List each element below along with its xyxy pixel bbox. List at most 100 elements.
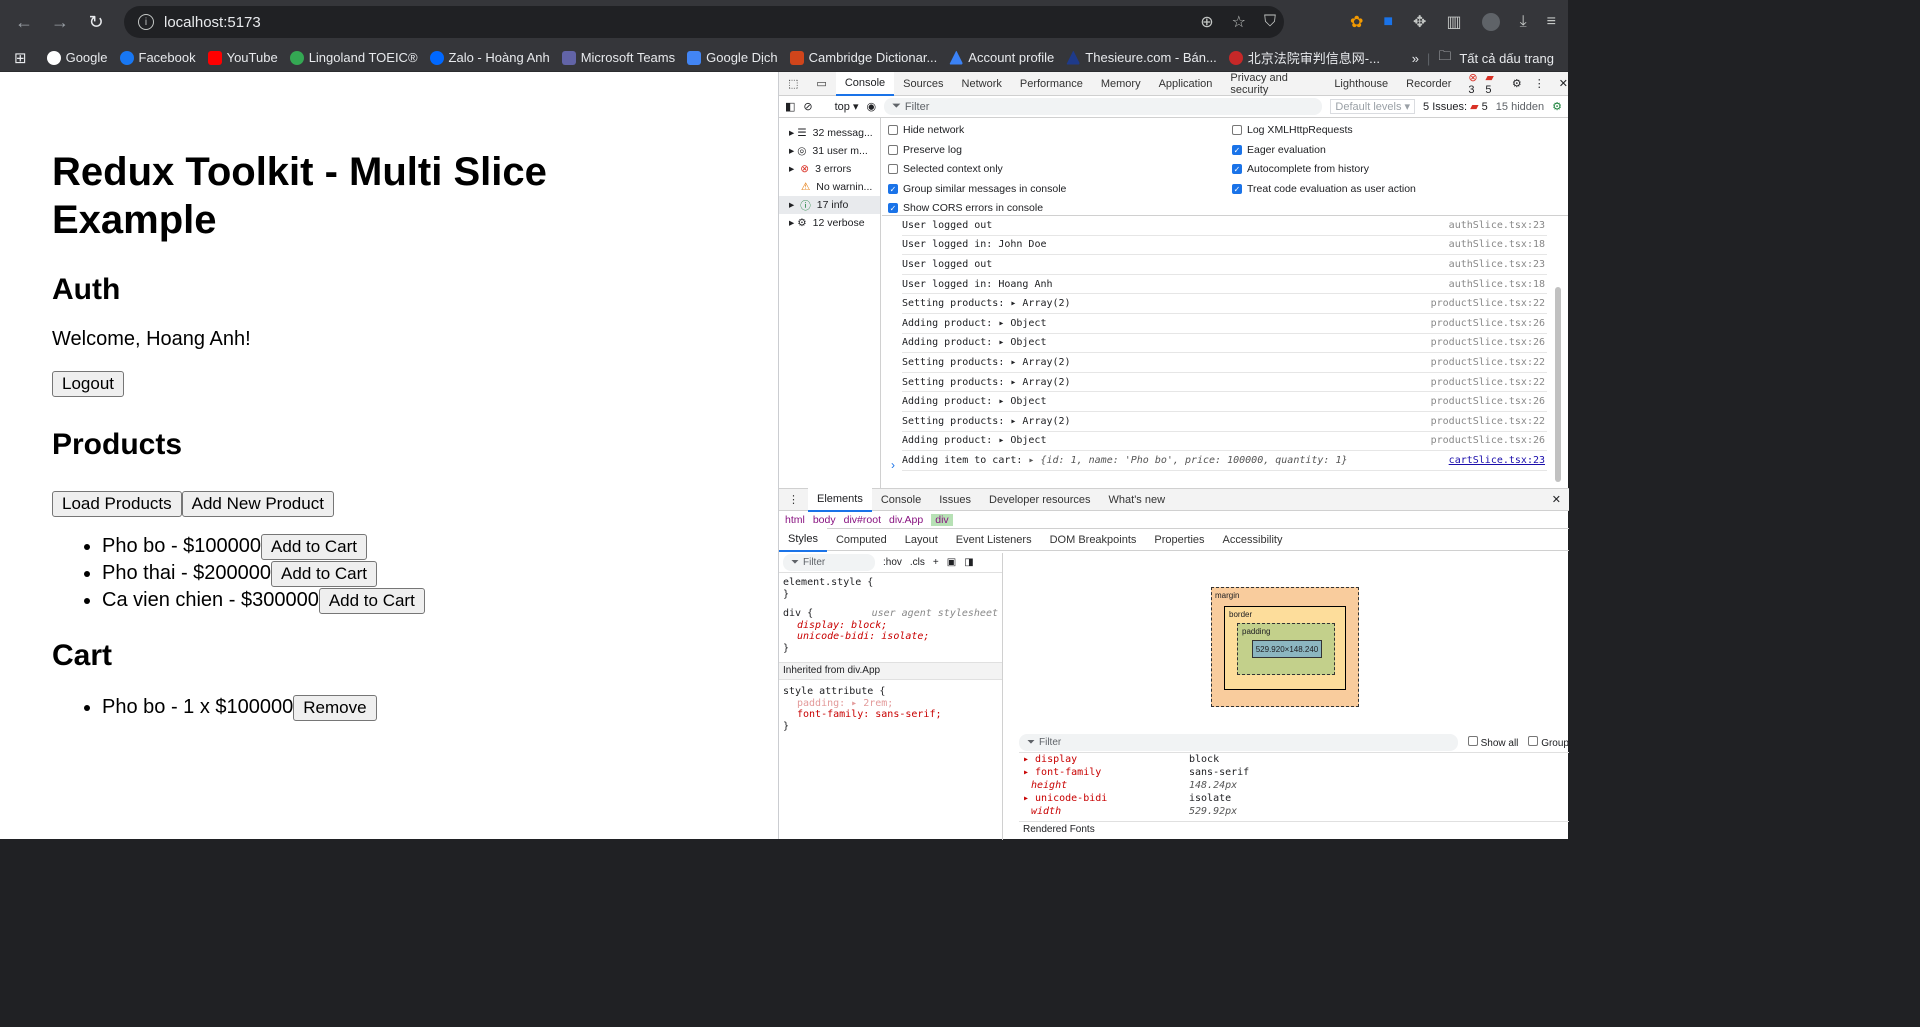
- tab-drawer-console[interactable]: Console: [872, 488, 930, 512]
- tab-performance[interactable]: Performance: [1011, 72, 1092, 96]
- tab-recorder[interactable]: Recorder: [1397, 72, 1460, 96]
- drawer-close-icon[interactable]: ✕: [1552, 493, 1561, 506]
- box-model-content[interactable]: 529.920×148.240: [1252, 640, 1322, 658]
- address-bar[interactable]: i localhost:5173 ⊕ ☆ ⛉: [124, 6, 1284, 38]
- style-property[interactable]: font-family: sans-serif;: [779, 709, 1002, 721]
- computed-row[interactable]: width 529.92px: [1019, 805, 1569, 818]
- cors-errors-checkbox[interactable]: ✓ Show CORS errors in console: [888, 202, 1043, 214]
- tab-console[interactable]: Console: [835, 71, 895, 96]
- box-model-border[interactable]: border padding 529.920×148.240: [1224, 606, 1346, 690]
- sidebar-item-messages[interactable]: ▸ ☰ 32 messag...: [779, 124, 880, 142]
- back-arrow-icon[interactable]: ←: [6, 4, 42, 40]
- show-all-checkbox[interactable]: Show all: [1467, 736, 1518, 749]
- device-toggle-icon[interactable]: ▭: [807, 72, 835, 96]
- tab-dom-breakpoints[interactable]: DOM Breakpoints: [1041, 528, 1146, 552]
- tab-styles[interactable]: Styles: [779, 527, 827, 552]
- tab-computed[interactable]: Computed: [827, 528, 896, 552]
- paint-icon[interactable]: ▣: [947, 557, 956, 568]
- gear-icon[interactable]: ⚙: [1512, 77, 1522, 90]
- log-object[interactable]: ▸ {id: 1, name: 'Pho bo', price: 100000,…: [1028, 455, 1347, 466]
- log-object[interactable]: ▸ Array(2): [1010, 416, 1070, 427]
- crumb-html[interactable]: html: [785, 514, 805, 526]
- rendered-fonts[interactable]: Rendered Fonts: [1019, 821, 1569, 837]
- site-info-icon[interactable]: i: [138, 14, 154, 30]
- log-source-link[interactable]: authSlice.tsx:18: [1449, 239, 1545, 250]
- box-model-margin[interactable]: margin border padding 529.920×148.240: [1211, 587, 1359, 707]
- drawer-more-icon[interactable]: ⋮: [779, 488, 808, 512]
- tab-application[interactable]: Application: [1150, 72, 1222, 96]
- more-vert-icon[interactable]: ⋮: [1534, 77, 1545, 90]
- toggle-sidebar-icon[interactable]: ◨: [964, 557, 973, 568]
- log-source-link[interactable]: productSlice.tsx:26: [1431, 337, 1545, 348]
- log-object[interactable]: ▸ Object: [998, 337, 1046, 348]
- all-bookmarks[interactable]: Tất cả dấu trang: [1459, 51, 1554, 66]
- log-source-link[interactable]: productSlice.tsx:22: [1431, 298, 1545, 309]
- bookmark-google-translate[interactable]: Google Dịch: [681, 50, 784, 65]
- add-rule-icon[interactable]: +: [933, 557, 939, 568]
- tab-memory[interactable]: Memory: [1092, 72, 1150, 96]
- tab-sources[interactable]: Sources: [894, 72, 952, 96]
- extension-blue-icon[interactable]: ■: [1383, 13, 1393, 31]
- autocomplete-checkbox[interactable]: ✓ Autocomplete from history: [1232, 163, 1369, 175]
- log-source-link[interactable]: authSlice.tsx:23: [1449, 220, 1545, 231]
- add-new-product-button[interactable]: Add New Product: [181, 491, 334, 517]
- log-source-link[interactable]: authSlice.tsx:23: [1449, 259, 1545, 270]
- tab-whats-new[interactable]: What's new: [1100, 488, 1175, 512]
- bookmark-cambridge[interactable]: Cambridge Dictionar...: [784, 50, 944, 65]
- crumb-root[interactable]: div#root: [844, 514, 881, 526]
- log-xhr-checkbox[interactable]: Log XMLHttpRequests: [1232, 124, 1353, 136]
- remove-button[interactable]: Remove: [293, 695, 377, 721]
- group-checkbox[interactable]: Group: [1528, 736, 1569, 749]
- forward-arrow-icon[interactable]: →: [42, 4, 78, 40]
- eye-icon[interactable]: ◉: [867, 100, 877, 113]
- tab-event-listeners[interactable]: Event Listeners: [947, 528, 1041, 552]
- crumb-app[interactable]: div.App: [889, 514, 923, 526]
- puzzle-icon[interactable]: ✥: [1413, 12, 1426, 32]
- sidebar-item-errors[interactable]: ▸ ⊗ 3 errors: [779, 160, 880, 178]
- error-count-badge[interactable]: ⊗ 3: [1468, 71, 1479, 96]
- log-object[interactable]: ▸ Array(2): [1010, 298, 1070, 309]
- log-object[interactable]: ▸ Object: [998, 396, 1046, 407]
- tab-network[interactable]: Network: [953, 72, 1011, 96]
- add-to-cart-button[interactable]: Add to Cart: [261, 534, 368, 560]
- bookmark-teams[interactable]: Microsoft Teams: [556, 50, 681, 65]
- inspect-icon[interactable]: ⬚: [779, 72, 807, 96]
- log-source-link[interactable]: productSlice.tsx:26: [1431, 318, 1545, 329]
- bookmark-thesieure[interactable]: Thesieure.com - Bán...: [1060, 50, 1223, 65]
- hov-button[interactable]: :hov: [883, 557, 902, 568]
- computed-row[interactable]: ▸ font-family sans-serif: [1019, 766, 1569, 779]
- log-object[interactable]: ▸ Array(2): [1010, 357, 1070, 368]
- tab-issues[interactable]: Issues: [930, 488, 980, 512]
- zoom-icon[interactable]: ⊕: [1200, 12, 1213, 32]
- sidebar-item-user-messages[interactable]: ▸ ◎ 31 user m...: [779, 142, 880, 160]
- sidebar-item-verbose[interactable]: ▸ ⚙ 12 verbose: [779, 214, 880, 232]
- crumb-body[interactable]: body: [813, 514, 836, 526]
- tab-accessibility[interactable]: Accessibility: [1214, 528, 1292, 552]
- bookmark-lingoland[interactable]: Lingoland TOEIC®: [284, 50, 424, 65]
- tab-properties[interactable]: Properties: [1145, 528, 1213, 552]
- cls-button[interactable]: .cls: [910, 557, 925, 568]
- apps-grid-icon[interactable]: ⊞: [0, 49, 41, 67]
- style-property[interactable]: padding: ▸ 2rem;: [779, 698, 1002, 710]
- warning-count-badge[interactable]: ▰ 5: [1485, 71, 1496, 96]
- bookmark-zalo[interactable]: Zalo - Hoàng Anh: [424, 50, 556, 65]
- style-property[interactable]: display: block;: [779, 620, 1002, 632]
- log-source-link[interactable]: productSlice.tsx:22: [1431, 357, 1545, 368]
- group-similar-checkbox[interactable]: ✓ Group similar messages in console: [888, 183, 1066, 195]
- bookmark-google[interactable]: Google: [41, 50, 114, 65]
- bookmark-facebook[interactable]: Facebook: [114, 50, 202, 65]
- eager-eval-checkbox[interactable]: ✓ Eager evaluation: [1232, 144, 1326, 156]
- computed-row[interactable]: ▸ display block: [1019, 753, 1569, 766]
- console-filter-input[interactable]: ⏷ Filter: [884, 98, 1323, 115]
- console-scrollbar[interactable]: [1555, 287, 1561, 482]
- extension-icon[interactable]: ✿: [1350, 12, 1363, 32]
- add-to-cart-button[interactable]: Add to Cart: [318, 588, 425, 614]
- tab-privacy[interactable]: Privacy and security: [1221, 72, 1325, 96]
- log-source-link[interactable]: authSlice.tsx:18: [1449, 279, 1545, 290]
- sidebar-item-warnings[interactable]: ⚠ No warnin...: [779, 178, 880, 196]
- tab-lighthouse[interactable]: Lighthouse: [1325, 72, 1397, 96]
- settings-gear-icon[interactable]: ⚙: [1552, 100, 1562, 113]
- load-products-button[interactable]: Load Products: [52, 491, 182, 517]
- levels-select[interactable]: Default levels ▾: [1330, 99, 1416, 114]
- avatar[interactable]: [1481, 13, 1500, 31]
